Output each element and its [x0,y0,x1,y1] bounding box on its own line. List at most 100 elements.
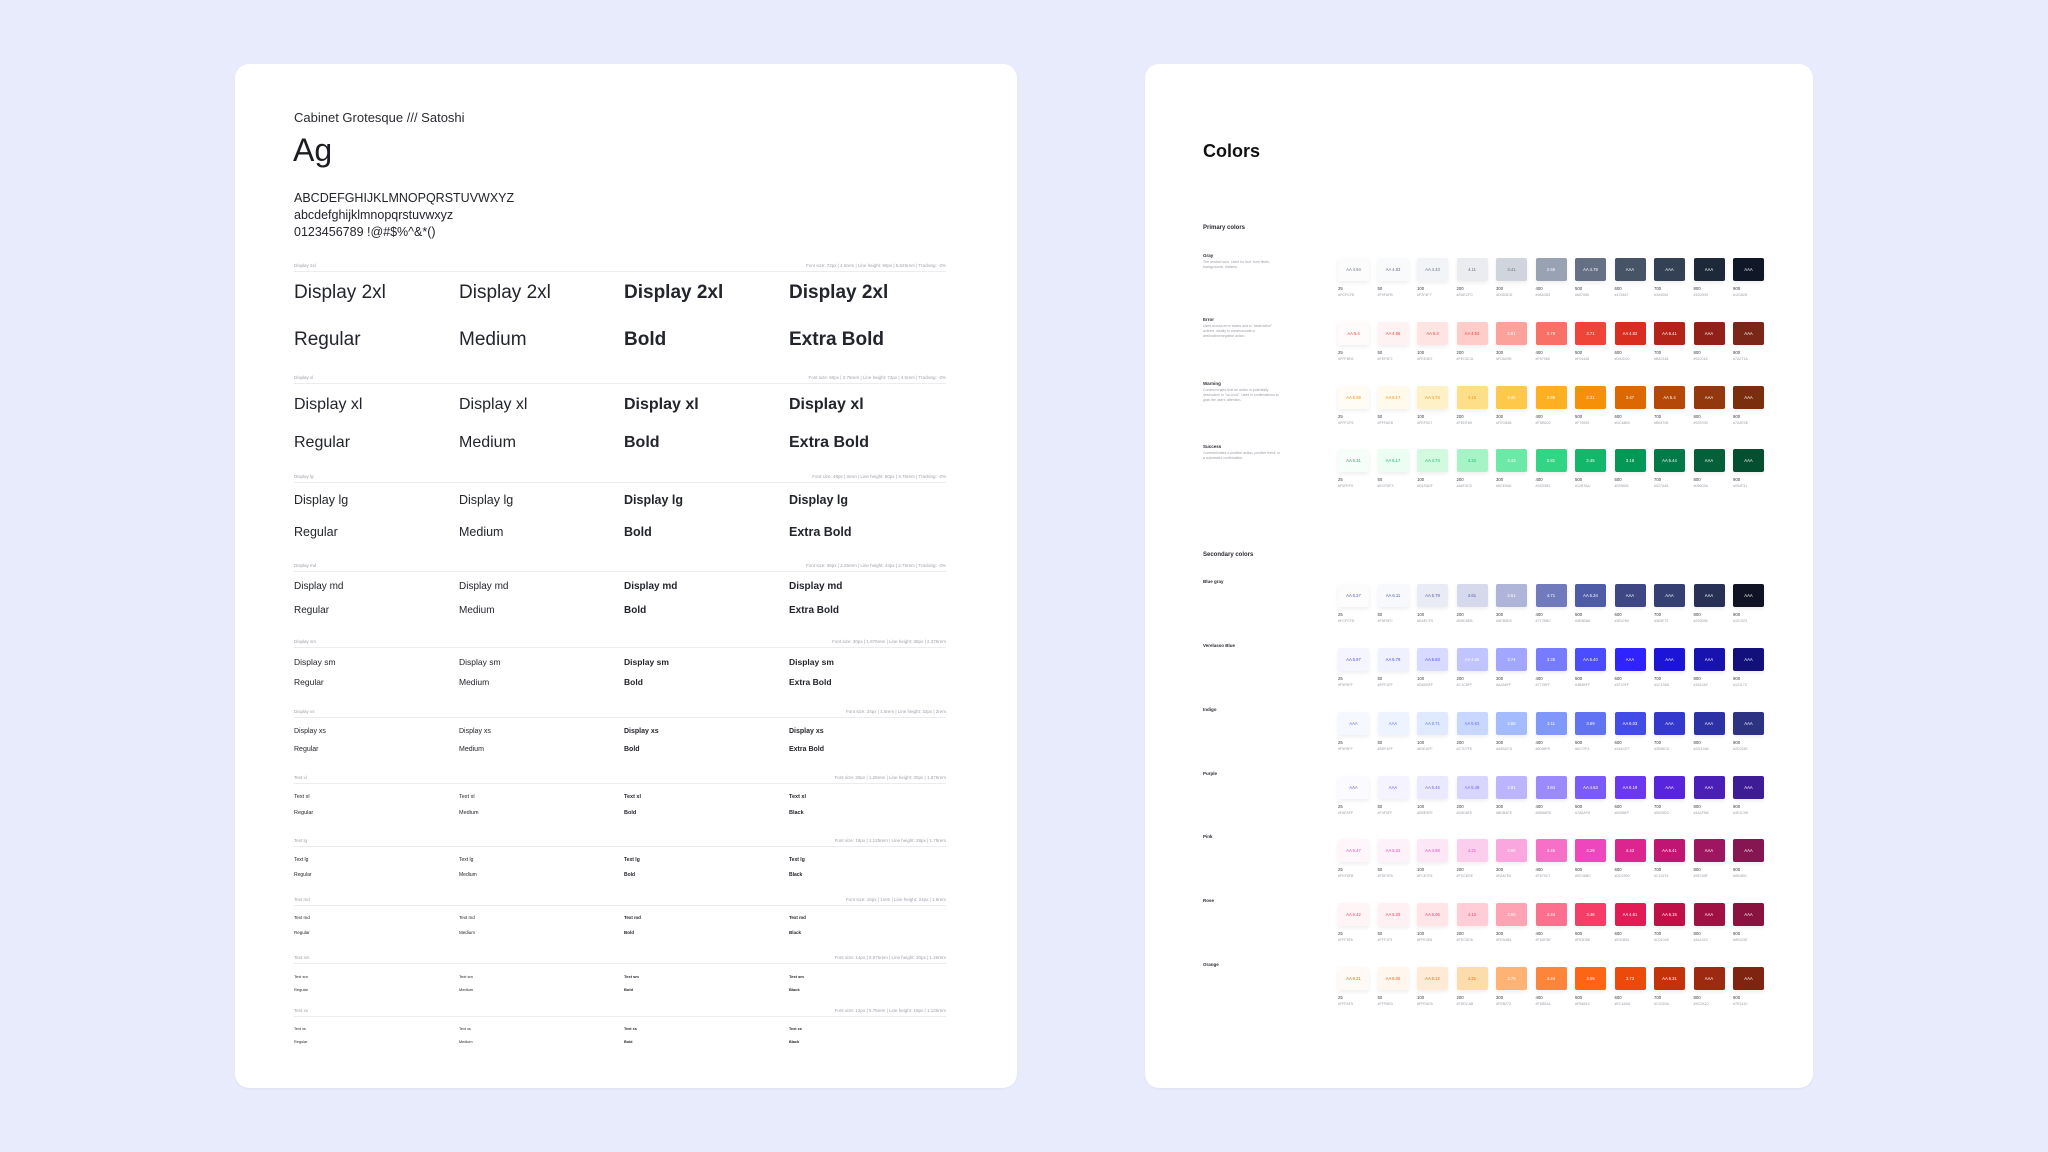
color-swatch: AAA [1693,776,1725,799]
swatch-step: 600 [1614,286,1622,291]
color-swatch: AAA [1733,839,1764,862]
swatch-hex: #FDA29B [1496,357,1512,361]
specimen-weight-label: Regular [294,746,319,753]
color-swatch: 2.31 [1575,386,1606,409]
swatch-step: 300 [1496,286,1504,291]
swatch-hex: #FAFAFF [1338,811,1354,815]
color-swatch: 3.41 [1496,258,1527,281]
specimen-weight-label: Medium [459,810,479,816]
divider [294,905,946,906]
swatch-step: 500 [1575,995,1583,1000]
color-row-description: Used across error states and in "destruc… [1203,324,1273,338]
color-swatch: 4.71 [1535,584,1567,607]
specimen-sample: Display lg [789,493,849,507]
swatch-step: 100 [1417,286,1425,291]
swatch-hex: #EEF4FF [1377,747,1393,751]
color-swatch: AA 6.27 [1338,584,1369,607]
swatch-step: 800 [1693,612,1701,617]
swatch-step: 200 [1456,676,1464,681]
specimen-sample: Text md [459,915,475,920]
swatch-hex: #F9FAFB [1377,293,1393,297]
swatch-hex: #EC4A0A [1614,1002,1631,1006]
swatch-step: 100 [1417,414,1425,419]
specimen-weight-label: Black [789,930,802,935]
specimen-weight-label: Bold [624,329,667,350]
color-swatch: AAA [1693,258,1725,281]
swatch-hex: #12B76A [1575,484,1590,488]
swatch-hex: #E31B54 [1614,938,1630,942]
color-swatch: AA 5.97 [1338,648,1369,671]
color-swatch: 4.22 [1456,449,1488,472]
specimen-weight-label: Medium [459,987,474,992]
specimen-weight-label: Medium [459,605,495,616]
swatch-step: 700 [1654,804,1662,809]
color-row-name: Indigo [1203,707,1217,712]
specimen-weight-label: Bold [624,930,634,935]
swatch-hex: #FEDF89 [1456,421,1472,425]
swatch-hex: #D8DBFF [1417,683,1433,687]
swatch-hex: #FB6514 [1575,1002,1590,1006]
swatch-step: 50 [1377,740,1383,745]
color-swatch: 3.65 [1496,903,1527,926]
specimen-metrics: Font size: 16px | 1rem | Line height: 24… [845,897,946,902]
specimen-metrics: Font size: 48px | 3rem | Line height: 60… [812,474,946,479]
color-row-description: The neutral color. Used for text, form f… [1203,260,1270,269]
color-swatch: AAA [1733,967,1764,990]
swatch-step: 300 [1496,612,1504,617]
swatch-step: 600 [1614,414,1622,419]
swatch-hex: #6172F3 [1575,747,1590,751]
swatch-hex: #9E165F [1693,874,1709,878]
specimen-weight-label: Medium [459,677,490,687]
swatch-hex: #6CE9A6 [1496,484,1512,488]
specimen-weight-label: Extra Bold [789,525,852,539]
swatch-hex: #8098F9 [1535,747,1550,751]
swatch-hex: #054F31 [1733,484,1748,488]
swatch-step: 700 [1654,350,1662,355]
color-swatch: 3.71 [1575,322,1606,345]
swatch-step: 900 [1733,414,1741,419]
swatch-hex: #F670C7 [1535,874,1551,878]
specimen-sample: Text md [789,915,806,920]
swatch-hex: #101828 [1733,293,1747,297]
specimen-weight-label: Bold [624,605,647,616]
swatch-hex: #FECDD6 [1456,938,1473,942]
specimen-sample: Text xs [459,1027,471,1031]
swatch-step: 25 [1338,414,1343,419]
color-swatch: AA 5.41 [1654,839,1685,862]
specimen-weight-label: Regular [294,525,338,539]
specimen-label: Display md [294,563,317,568]
swatch-step: 300 [1496,350,1504,355]
swatch-hex: #851651 [1733,874,1747,878]
swatch-hex: #9B8AFB [1535,811,1551,815]
font-names: Cabinet Grotesque /// Satoshi [294,110,465,125]
swatch-step: 200 [1456,804,1464,809]
specimen-label: Display sm [294,639,317,644]
color-swatch: AA 5.31 [1338,449,1369,472]
swatch-step: 100 [1417,995,1425,1000]
swatch-hex: #2D31A6 [1693,747,1709,751]
color-swatch: AA 4.74 [1417,449,1448,472]
swatch-step: 400 [1535,350,1543,355]
color-swatch: AA 6.42 [1338,903,1369,926]
swatch-step: 700 [1654,995,1662,1000]
color-swatch: AA 6.11 [1377,584,1409,607]
color-swatch: AAA [1654,258,1685,281]
color-swatch: AA 6.79 [1377,648,1409,671]
swatch-step: 400 [1535,477,1543,482]
swatch-hex: #32D583 [1535,484,1551,488]
color-swatch: 3.46 [1496,386,1527,409]
color-swatch: 3.61 [1496,322,1527,345]
color-row-description: Communicates that an action is potential… [1203,388,1279,402]
divider [294,783,946,784]
swatch-hex: #1C14D6 [1654,683,1670,687]
color-swatch: AAA [1733,322,1764,345]
swatch-hex: #293056 [1693,619,1708,623]
swatch-hex: #444CE7 [1614,747,1630,751]
color-swatch: 3.88 [1496,712,1527,735]
swatch-step: 200 [1456,477,1464,482]
swatch-hex: #7A2E0E [1733,421,1749,425]
color-row-name: Purple [1203,771,1218,776]
specimen-weight-label: Medium [459,930,476,935]
swatch-hex: #2D3282 [1733,747,1748,751]
swatch-step: 400 [1535,995,1543,1000]
